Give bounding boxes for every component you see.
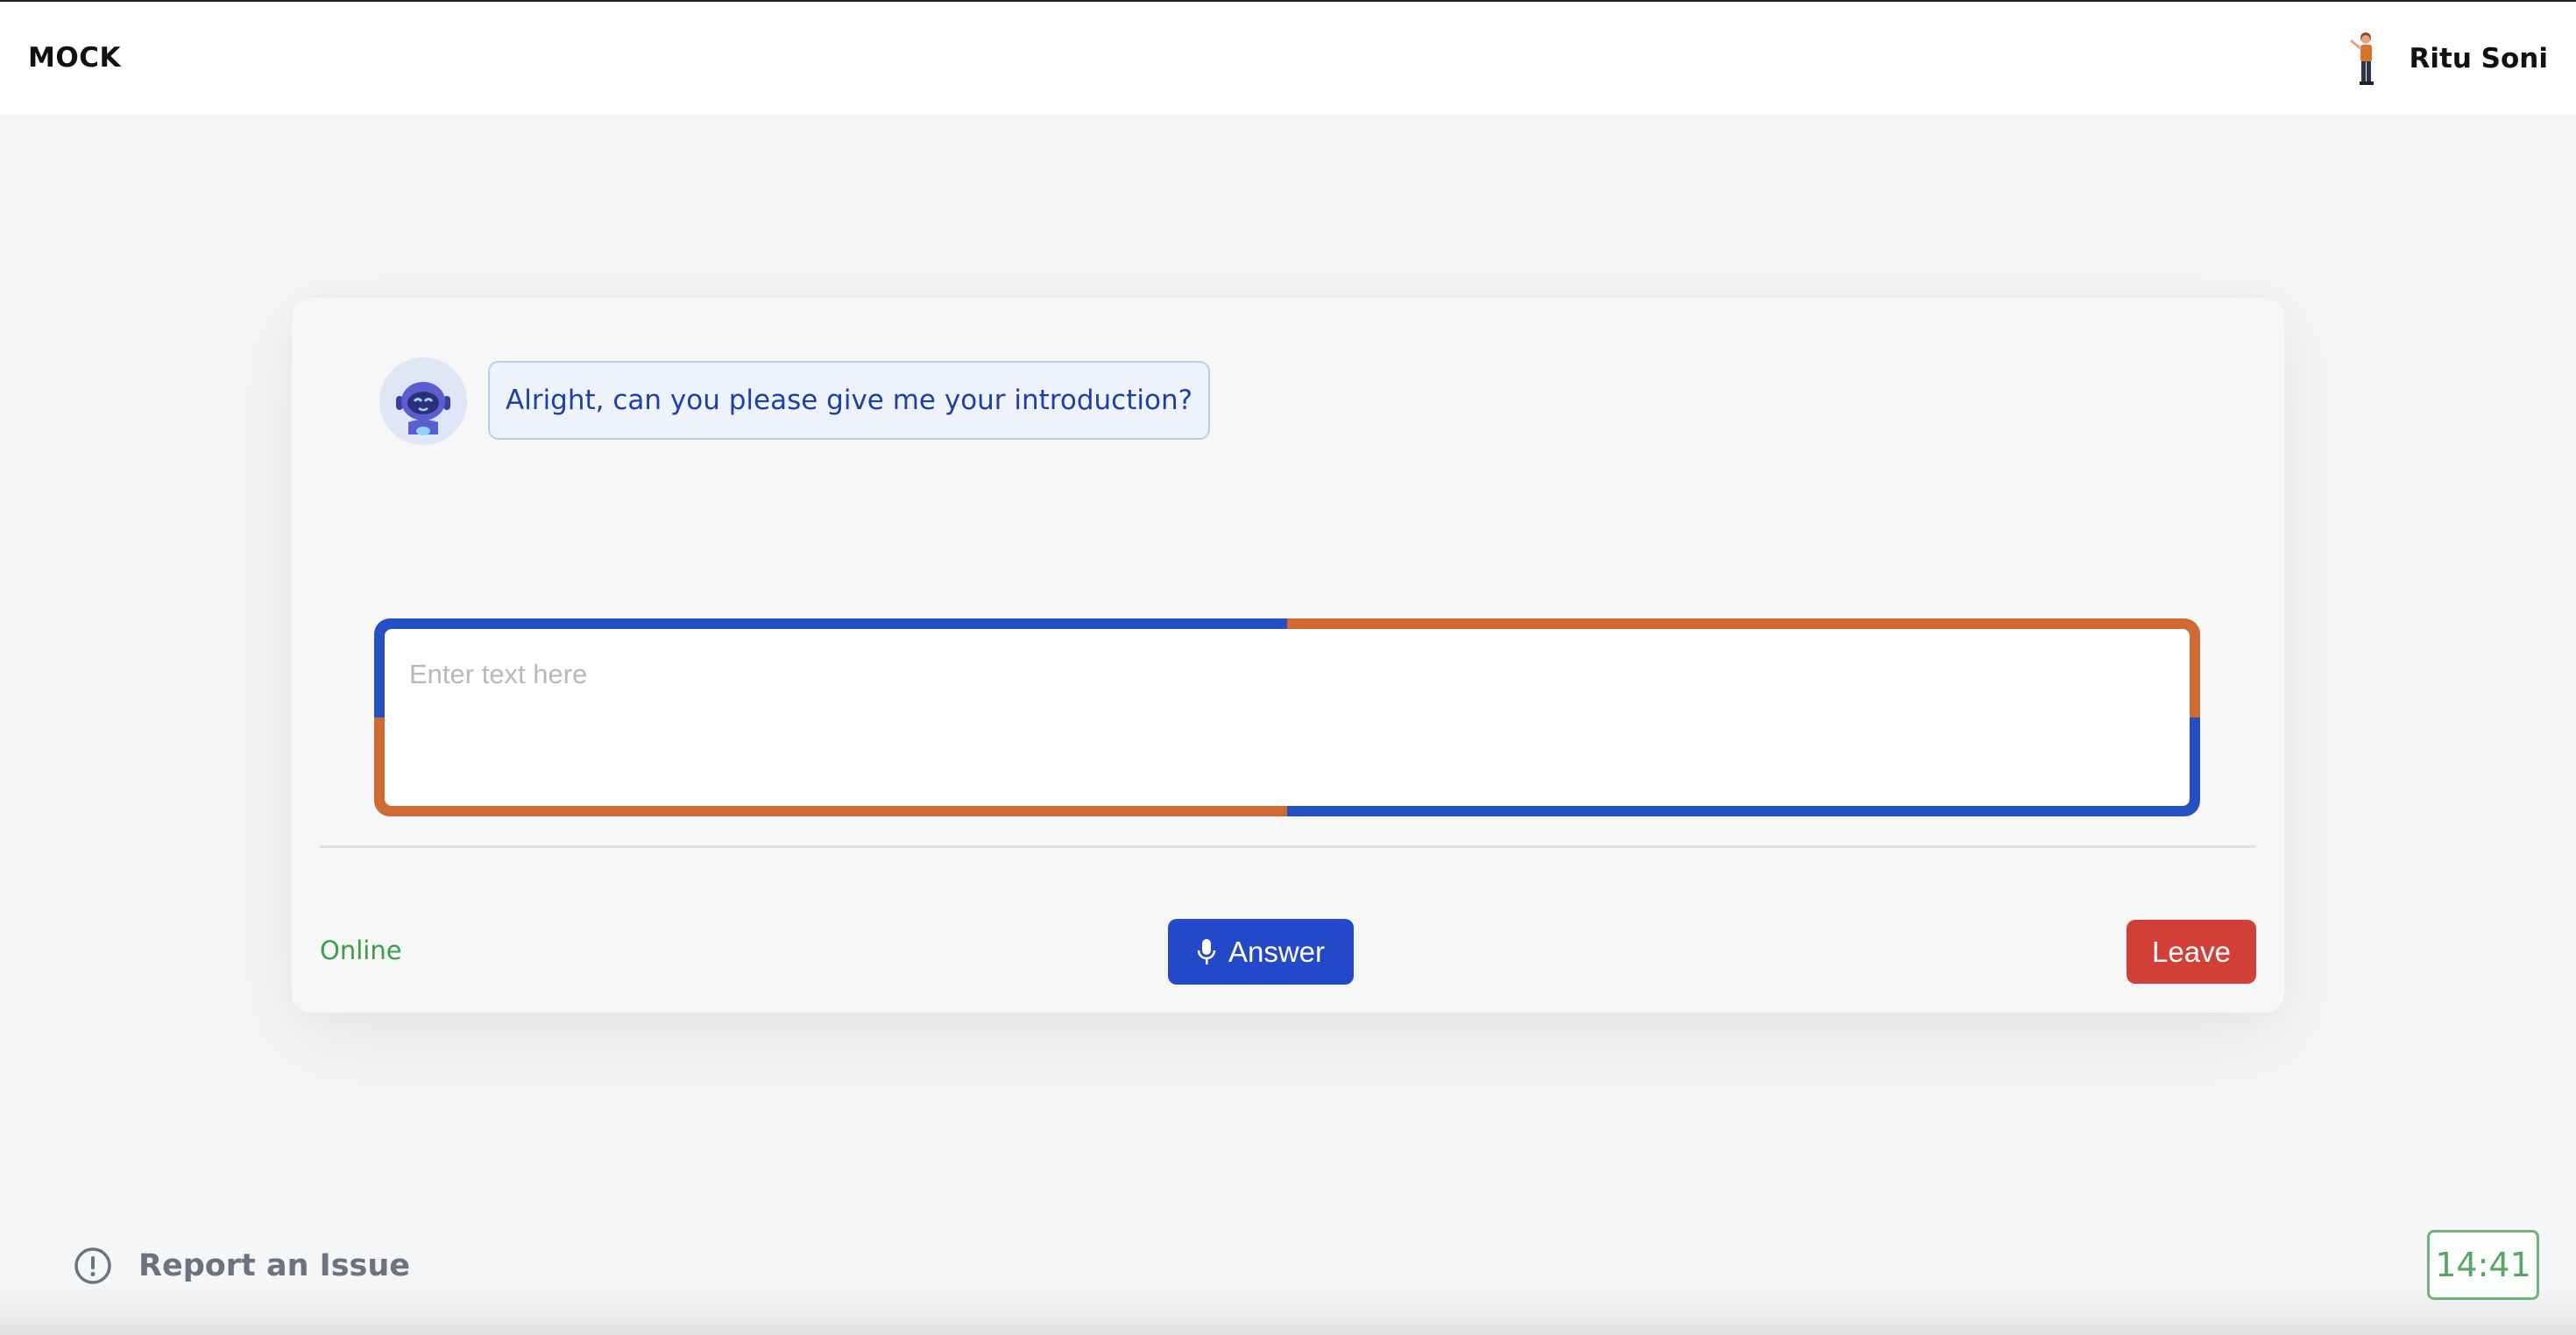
connection-status: Online bbox=[320, 936, 402, 965]
user-menu[interactable]: Ritu Soni bbox=[2346, 28, 2549, 89]
person-avatar-icon bbox=[2350, 32, 2374, 85]
robot-avatar-icon bbox=[379, 357, 467, 445]
top-bar: MOCK Ritu Soni bbox=[0, 0, 2576, 114]
divider bbox=[320, 845, 2256, 848]
exclamation-circle-icon bbox=[74, 1247, 111, 1284]
bot-message-bubble: Alright, can you please give me your int… bbox=[488, 361, 1211, 440]
answer-button[interactable]: Answer bbox=[1168, 919, 1354, 985]
report-issue-label: Report an Issue bbox=[138, 1248, 411, 1283]
answer-input-frame bbox=[374, 618, 2200, 816]
brand-logo[interactable]: MOCK bbox=[28, 42, 121, 74]
answer-text-input[interactable] bbox=[385, 629, 2190, 806]
microphone-icon bbox=[1197, 938, 1216, 964]
user-name: Ritu Soni bbox=[2409, 43, 2549, 74]
leave-button[interactable]: Leave bbox=[2127, 920, 2256, 984]
answer-button-label: Answer bbox=[1228, 935, 1326, 968]
report-issue-link[interactable]: Report an Issue bbox=[74, 1244, 410, 1288]
interview-card: Alright, can you please give me your int… bbox=[292, 298, 2284, 1013]
countdown-timer: 14:41 bbox=[2427, 1230, 2539, 1300]
bottom-fade bbox=[0, 1288, 2576, 1335]
